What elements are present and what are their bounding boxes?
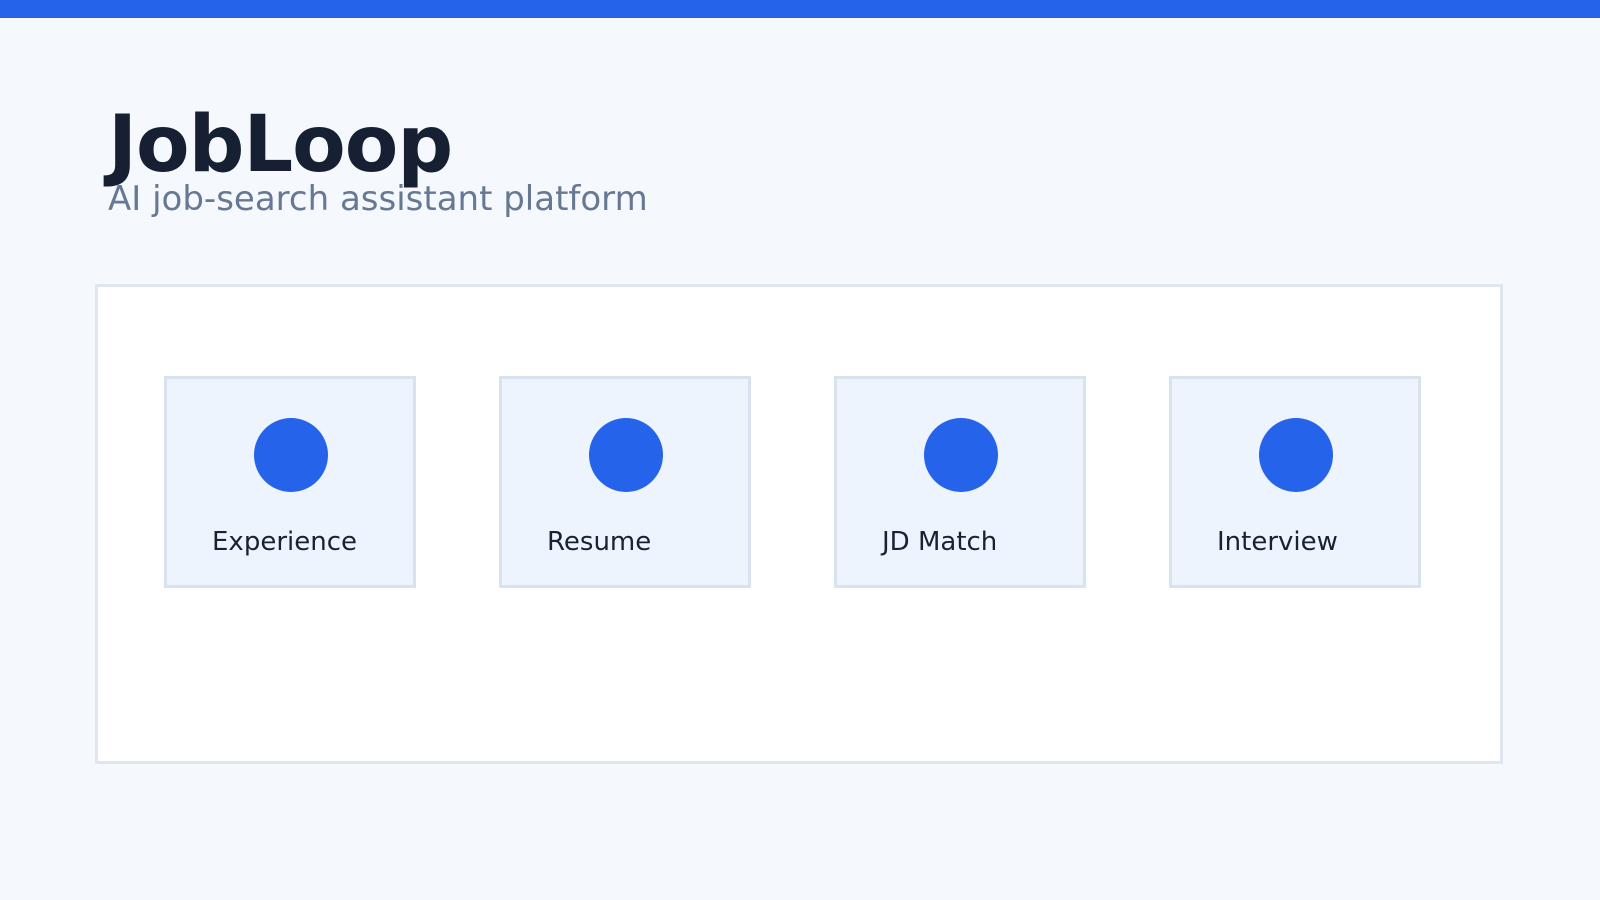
page-title: JobLoop [108,100,453,190]
circle-icon [924,418,998,492]
feature-card-resume[interactable]: Resume [499,376,751,588]
feature-card-jd-match[interactable]: JD Match [834,376,1086,588]
feature-label-jd-match: JD Match [882,527,998,557]
feature-panel: Experience Resume JD Match Interview [95,284,1503,764]
circle-icon [1259,418,1333,492]
feature-label-resume: Resume [547,527,652,557]
circle-icon [589,418,663,492]
feature-card-experience[interactable]: Experience [164,376,416,588]
top-accent-bar [0,0,1600,18]
feature-label-interview: Interview [1217,527,1338,557]
feature-card-interview[interactable]: Interview [1169,376,1421,588]
circle-icon [254,418,328,492]
feature-label-experience: Experience [212,527,357,557]
page-header: JobLoop AI job-search assistant platform [108,100,648,219]
page-subtitle: AI job-search assistant platform [108,179,648,219]
